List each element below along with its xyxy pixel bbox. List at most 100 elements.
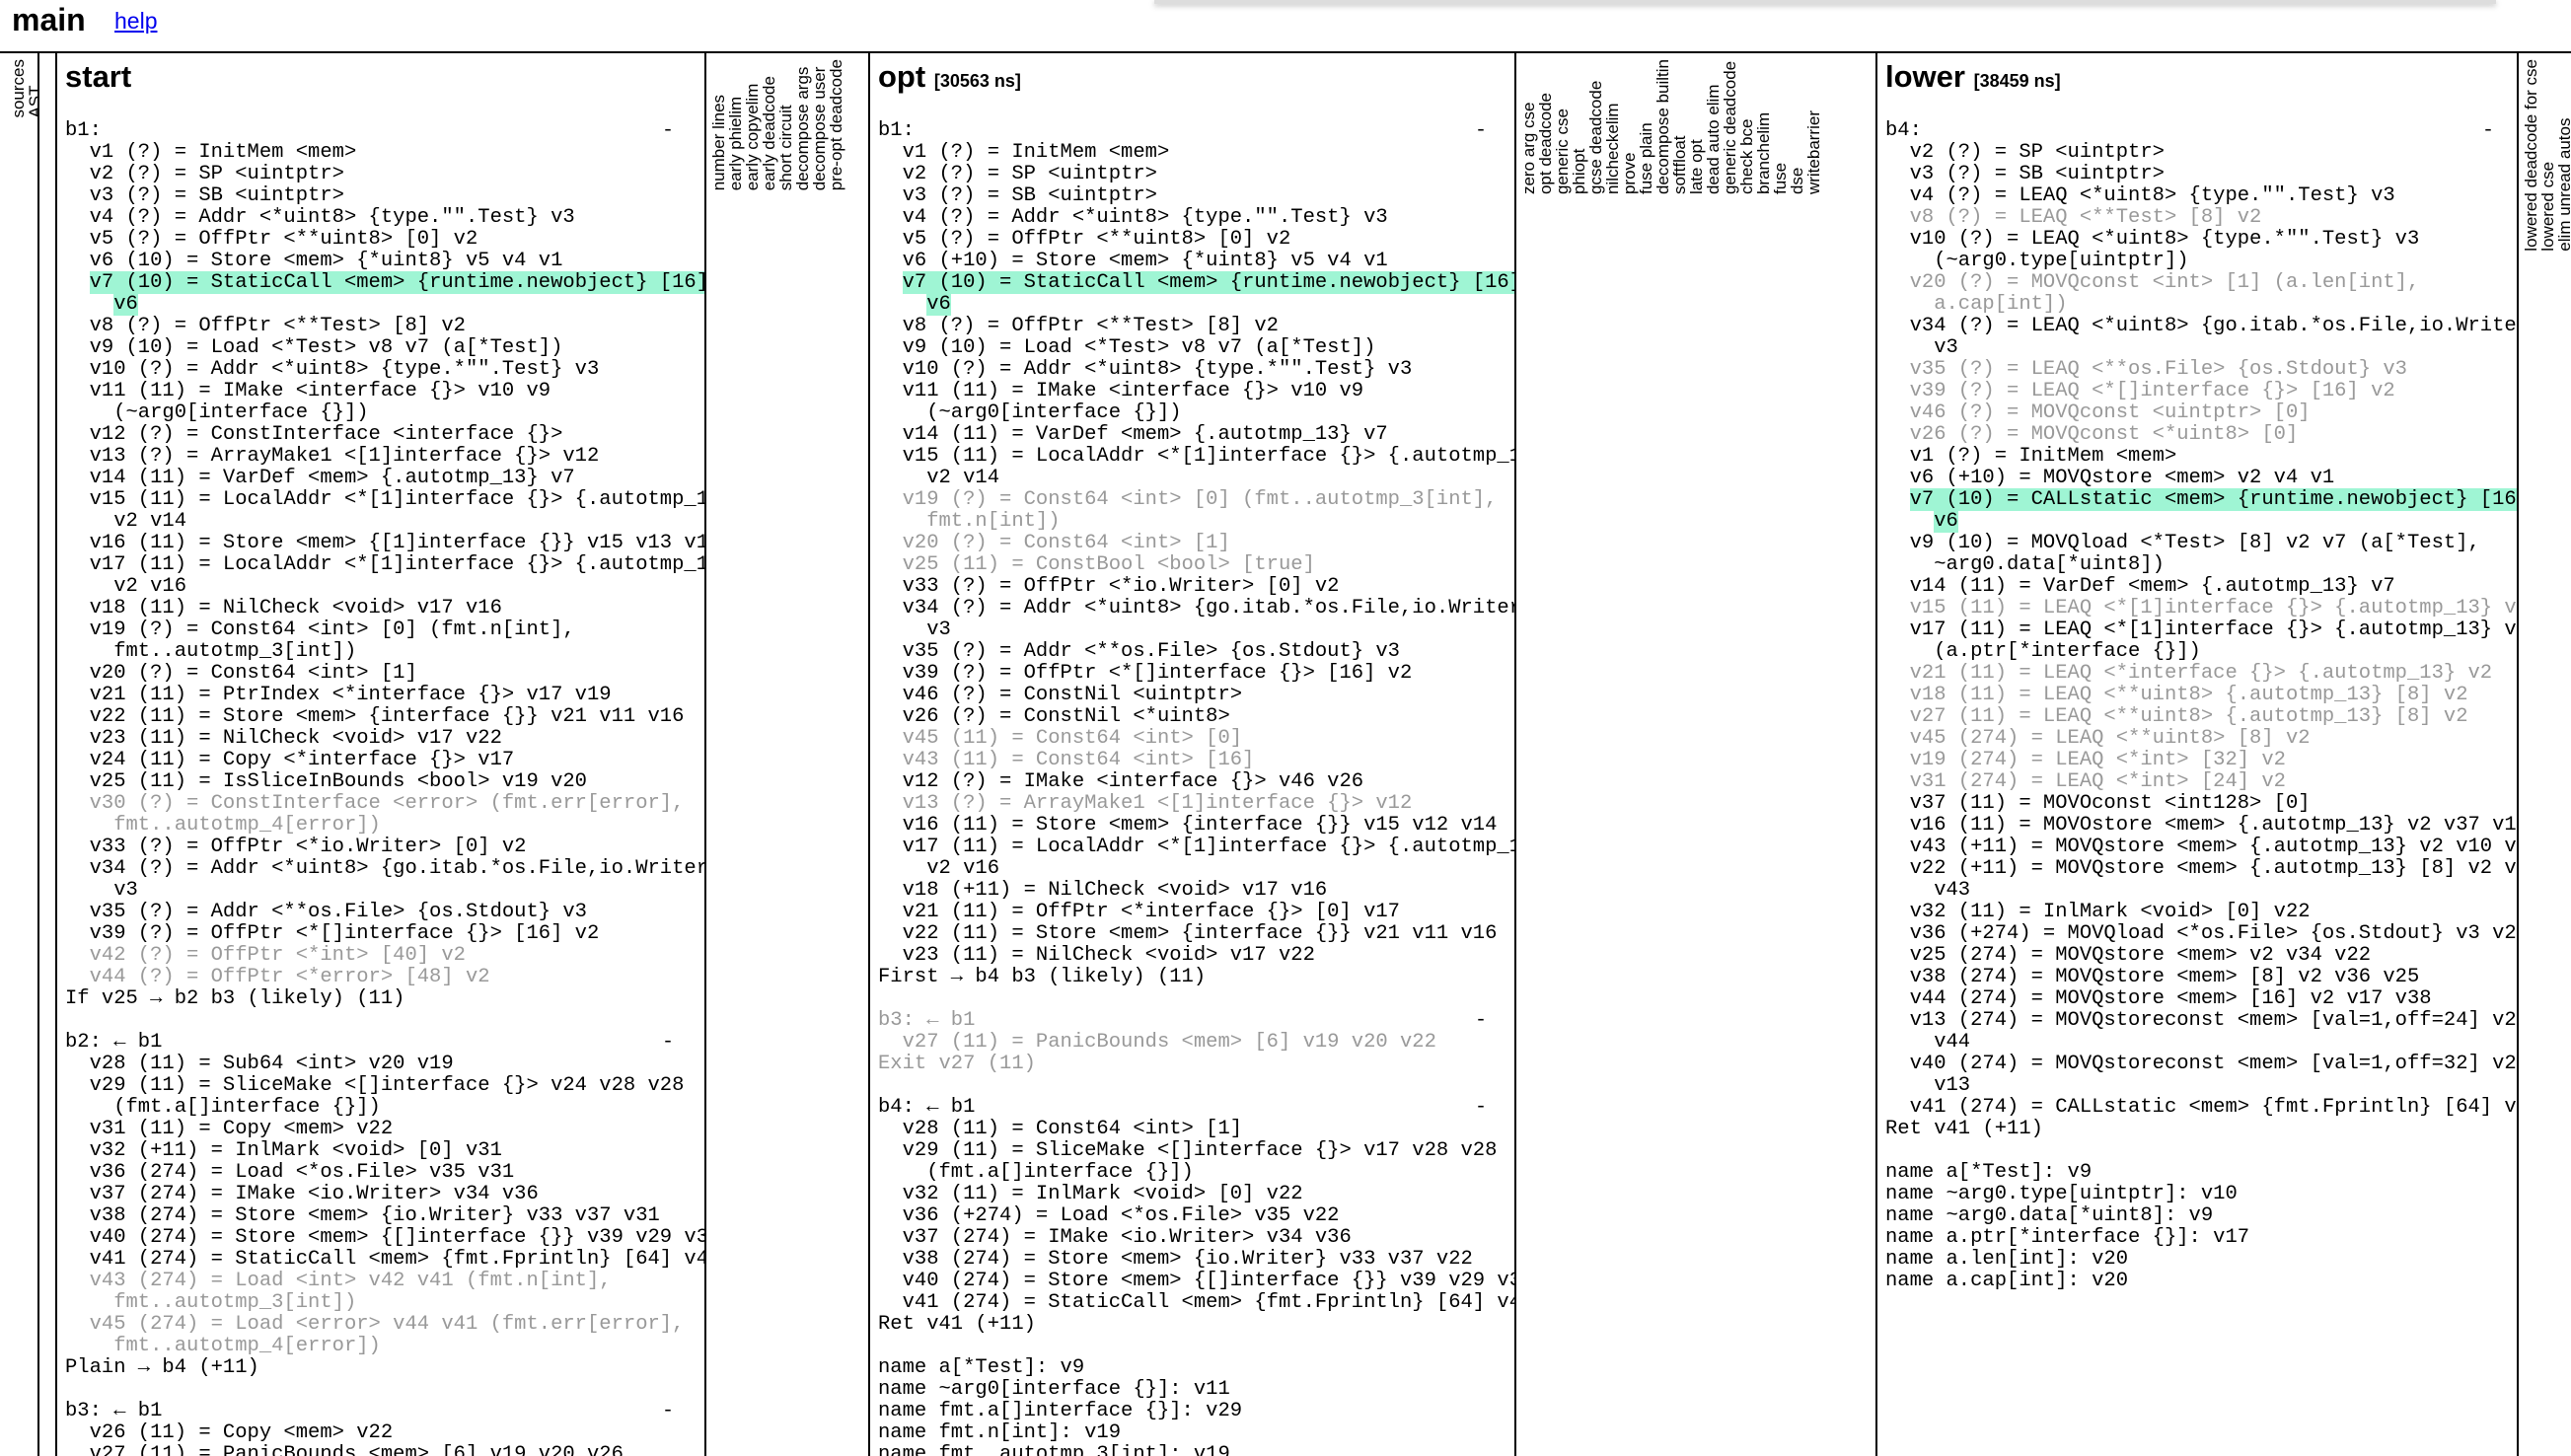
ssa-line: name fmt.n[int]: v19 (878, 1421, 1122, 1444)
ssa-line: (~arg0.type[uintptr]) (1885, 250, 2189, 272)
ssa-line: v19 (?) = Const64 <int> [0] (fmt..autotm… (878, 488, 1498, 511)
ssa-line: name a[*Test]: v9 (878, 1356, 1085, 1379)
highlighted-value[interactable]: v6 (926, 293, 951, 316)
ssa-line: v44 (?) = OffPtr <*error> [48] v2 (65, 966, 490, 988)
pass-phiopt[interactable]: phiopt (1570, 59, 1588, 194)
ssa-line: v29 (11) = SliceMake <[]interface {}> v1… (878, 1139, 1498, 1162)
tab-sources[interactable]: sources (9, 59, 28, 118)
ssa-value-highlighted: v7 (10) = StaticCall <mem> {runtime.newo… (65, 271, 704, 294)
pass-dead-auto-elim[interactable]: dead auto elim (1704, 59, 1723, 195)
pass-prove[interactable]: prove (1620, 59, 1639, 195)
tab-ast[interactable]: AST (26, 59, 37, 117)
pass-zero-arg-cse[interactable]: zero arg cse (1519, 59, 1538, 194)
ssa-line: v21 (11) = PtrIndex <*interface {}> v17 … (65, 684, 612, 706)
pass-nilcheckelim[interactable]: nilcheckelim (1603, 59, 1622, 194)
pass-short-circuit[interactable]: short circuit (776, 59, 795, 190)
collapse-block-button[interactable]: - (1475, 120, 1487, 142)
ssa-line: v26 (11) = Copy <mem> v22 (65, 1421, 394, 1444)
top-bar: main help (0, 0, 2571, 51)
ssa-line: (a.ptr[*interface {}]) (1885, 640, 2201, 663)
pass-pre-opt-deadcode[interactable]: pre-opt deadcode (827, 59, 845, 190)
collapse-block-button[interactable]: - (1475, 1010, 1487, 1032)
ssa-line: v34 (?) = Addr <*uint8> {go.itab.*os.Fil… (878, 597, 1516, 619)
ssa-line: (~arg0[interface {}]) (878, 401, 1182, 424)
ssa-line: v3 (1885, 336, 1958, 359)
help-link[interactable]: help (114, 8, 157, 35)
ssa-line: v32 (+11) = InlMark <void> [0] v31 (65, 1139, 502, 1162)
ssa-line: v4 (?) = Addr <*uint8> {type."".Test} v3 (878, 206, 1388, 229)
ssa-line: v22 (+11) = MOVQstore <mem> {.autotmp_13… (1885, 857, 2519, 880)
ssa-line: v2 v16 (878, 857, 1000, 880)
collapse-block-button[interactable]: - (662, 120, 674, 142)
pass-fuse[interactable]: fuse (1771, 59, 1790, 194)
collapse-block-button[interactable]: - (2482, 120, 2494, 142)
ssa-line: v25 (11) = ConstBool <bool> [true] (878, 553, 1315, 576)
ssa-line: v2 v16 (65, 575, 187, 598)
ssa-line: v22 (11) = Store <mem> {interface {}} v2… (878, 922, 1498, 945)
pass-dse[interactable]: dse (1788, 59, 1806, 194)
pass-early-deadcode[interactable]: early deadcode (760, 59, 778, 190)
ssa-line: v35 (?) = LEAQ <**os.File> {os.Stdout} v… (1885, 358, 2407, 381)
pass-check-bce[interactable]: check bce (1737, 59, 1756, 194)
collapse-block-button[interactable]: - (662, 1032, 674, 1054)
collapse-block-button[interactable]: - (1475, 1097, 1487, 1119)
pass-number-lines[interactable]: number lines (709, 59, 728, 190)
pass-decompose-user[interactable]: decompose user (810, 59, 829, 191)
ssa-line: v39 (?) = LEAQ <*[]interface {}> [16] v2 (1885, 380, 2395, 402)
ssa-line: v37 (274) = IMake <io.Writer> v34 v36 (878, 1226, 1352, 1249)
ssa-line: v33 (?) = OffPtr <*io.Writer> [0] v2 (878, 575, 1340, 598)
pass-fuse-plain[interactable]: fuse plain (1637, 59, 1655, 194)
ssa-code-start: b1: - v1 (?) = InitMem <mem> v2 (?) = SP … (65, 120, 706, 1456)
highlighted-value[interactable]: v6 (1934, 510, 1958, 533)
pass-lowered-cse[interactable]: lowered cse (2538, 59, 2557, 252)
ssa-line: (~arg0[interface {}]) (65, 401, 369, 424)
ssa-line: v10 (?) = LEAQ <*uint8> {type.*"".Test} … (1885, 228, 2420, 251)
ssa-line: v15 (11) = LocalAddr <*[1]interface {}> … (878, 445, 1516, 468)
ssa-line: v43 (11) = Const64 <int> [16] (878, 749, 1255, 771)
pass-generic-deadcode[interactable]: generic deadcode (1721, 59, 1739, 194)
ssa-line: v13 (274) = MOVQstoreconst <mem> [val=1,… (1885, 1009, 2517, 1032)
ssa-line: v39 (?) = OffPtr <*[]interface {}> [16] … (878, 662, 1413, 685)
pass-branchelim[interactable]: branchelim (1754, 59, 1773, 194)
pass-early-copyelim[interactable]: early copyelim (743, 59, 762, 191)
ssa-line: v40 (274) = Store <mem> {[]interface {}}… (878, 1270, 1516, 1292)
pass-decompose-args[interactable]: decompose args (793, 59, 812, 191)
highlighted-value[interactable]: v7 (10) = StaticCall <mem> {runtime.newo… (902, 271, 1514, 294)
highlighted-value[interactable]: v6 (113, 293, 138, 316)
pass-softfloat[interactable]: softfloat (1670, 59, 1689, 194)
ssa-line: v24 (11) = Copy <*interface {}> v17 (65, 749, 515, 771)
pass-decompose-builtin[interactable]: decompose builtin (1653, 59, 1672, 194)
ssa-line: v35 (?) = Addr <**os.File> {os.Stdout} v… (878, 640, 1400, 663)
ssa-line: v25 (11) = IsSliceInBounds <bool> v19 v2… (65, 770, 587, 793)
ssa-value-highlighted: v6 (878, 293, 1514, 316)
ssa-line: v17 (11) = LocalAddr <*[1]interface {}> … (65, 553, 706, 576)
pass-generic-cse[interactable]: generic cse (1553, 59, 1572, 194)
pass-early-phielim[interactable]: early phielim (726, 59, 745, 190)
ssa-line: v45 (274) = LEAQ <**uint8> [8] v2 (1885, 727, 2311, 750)
pass-opt-deadcode[interactable]: opt deadcode (1536, 59, 1555, 194)
pass-gcse-deadcode[interactable]: gcse deadcode (1586, 59, 1605, 194)
ssa-line: v3 (65, 879, 138, 902)
pass-lowered-deadcode-for-cse[interactable]: lowered deadcode for cse (2522, 59, 2540, 252)
ssa-line: v16 (11) = Store <mem> {[1]interface {}}… (65, 532, 706, 554)
highlighted-value[interactable]: v7 (10) = StaticCall <mem> {runtime.newo… (89, 271, 704, 294)
ssa-line: v14 (11) = VarDef <mem> {.autotmp_13} v7 (878, 423, 1388, 446)
highlighted-value[interactable]: v7 (10) = CALLstatic <mem> {runtime.newo… (1909, 488, 2517, 511)
collapse-block-button[interactable]: - (662, 1401, 674, 1422)
pass-writebarrier[interactable]: writebarrier (1804, 59, 1823, 194)
ssa-line: If v25 → b2 b3 (likely) (11) (65, 987, 405, 1010)
ssa-line: v18 (11) = LEAQ <**uint8> {.autotmp_13} … (1885, 684, 2468, 706)
pass-elim-unread-autos[interactable]: elim unread autos (2555, 59, 2571, 252)
pass-late-opt[interactable]: late opt (1687, 59, 1706, 194)
ssa-line: v8 (?) = OffPtr <**Test> [8] v2 (65, 315, 466, 337)
ssa-line: v6 (+10) = MOVQstore <mem> v2 v4 v1 (1885, 467, 2335, 489)
block-gap (878, 1336, 1514, 1357)
ssa-line: v26 (?) = MOVQconst <*uint8> [0] (1885, 423, 2299, 446)
ssa-line: v18 (11) = NilCheck <void> v17 v16 (65, 597, 502, 619)
phase-start: start b1: - v1 (?) = InitMem <mem> v2 (?)… (57, 53, 706, 1456)
block-gap (65, 1379, 704, 1401)
ssa-line: v17 (11) = LEAQ <*[1]interface {}> {.aut… (1885, 619, 2519, 641)
ssa-line: Exit v27 (11) (878, 1053, 1036, 1075)
ssa-line: a.cap[int]) (1885, 293, 2068, 316)
ssa-line: v35 (?) = Addr <**os.File> {os.Stdout} v… (65, 901, 587, 923)
